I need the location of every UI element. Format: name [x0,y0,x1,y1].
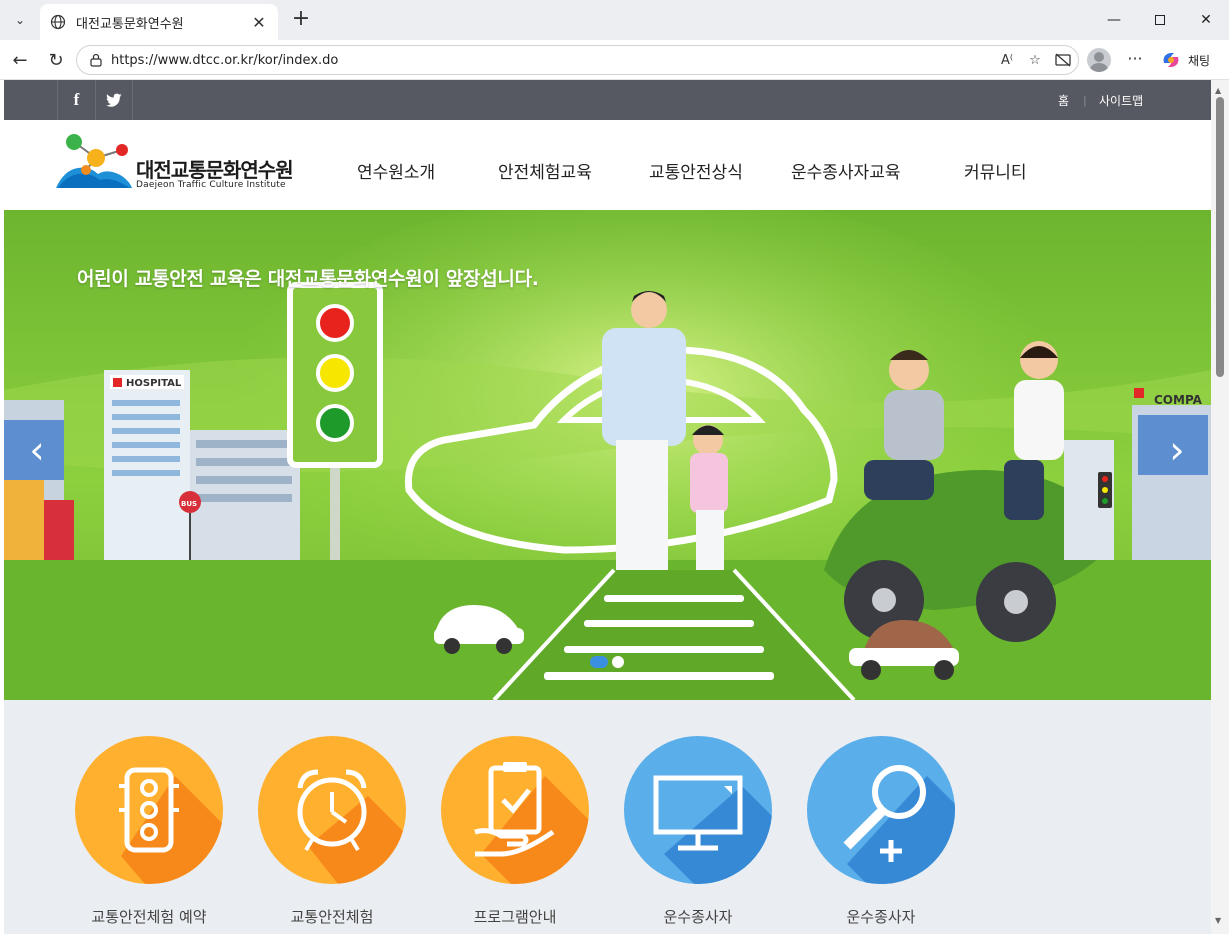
clipboard-check-icon [441,736,589,884]
hospital-sign-text: HOSPITAL [126,378,182,389]
copilot-chat-button[interactable]: 채팅 [1156,45,1222,75]
slider-dot-2[interactable] [612,656,624,668]
hero-slider: HOSPITAL BUS COMPA 어린이 교통안전 교육은 대전교통문화연수… [4,210,1211,700]
divider: | [1083,93,1087,107]
nav-item-community[interactable]: 커뮤니티 [964,158,1027,183]
quick-item-label: 프로그램안내 [473,908,557,926]
url-text: https://www.dtcc.or.kr/kor/index.do [111,52,339,68]
scroll-down-icon[interactable]: ▼ [1215,916,1221,925]
quick-item-label: 교통안전체험 예약 [91,908,207,926]
utility-bar: f 홈 | 사이트맵 [4,80,1211,120]
tab-title: 대전교통문화연수원 [76,16,184,32]
site-header: 대전교통문화연수원 Daejeon Traffic Culture Instit… [4,120,1211,210]
blocked-media-icon [1055,53,1071,67]
read-aloud-icon[interactable]: A⁽ [994,49,1020,71]
quick-item-label: 교통안전체험 [290,908,374,926]
quick-item-driver-2[interactable]: 운수종사자 [796,736,966,927]
chevron-right-icon: › [1169,428,1185,472]
close-window-button[interactable]: ✕ [1183,0,1229,40]
browser-tab[interactable]: 대전교통문화연수원 ✕ [40,4,278,40]
arrow-left-icon: ← [12,49,28,71]
browser-tab-bar: ⌄ 대전교통문화연수원 ✕ + — ✕ [0,0,1229,40]
quick-item-reservation[interactable]: 교통안전체험 예약 [64,736,234,927]
nav-item-about[interactable]: 연수원소개 [357,158,435,183]
facebook-icon: f [73,90,80,109]
facebook-link[interactable]: f [57,80,95,120]
logo-emblem-icon [56,134,132,188]
slider-prev-button[interactable]: ‹ [22,430,52,474]
quick-item-driver-1[interactable]: 운수종사자 [613,736,783,927]
quick-item-label: 운수종사자 [846,908,916,926]
company-sign-text: COMPA [1154,393,1203,407]
lock-icon [90,53,102,67]
home-link[interactable]: 홈 [1058,80,1069,120]
traffic-light-icon [75,736,223,884]
close-icon: ✕ [1200,12,1212,28]
quick-menu: 교통안전체험 예약 교통안전체험 프로그램안내 운수종사자 운수종사자 [4,700,1211,934]
globe-icon [50,14,66,30]
ellipsis-icon: ··· [1127,49,1143,68]
favorite-star-icon[interactable]: ☆ [1022,49,1048,71]
web-page: f 홈 | 사이트맵 대전교통문화연수원 Daejeon Traffic Cul… [4,80,1211,934]
chevron-left-icon: ‹ [29,428,45,472]
tracking-prevention-icon[interactable] [1050,49,1076,71]
slider-next-button[interactable]: › [1162,430,1192,474]
url-field[interactable]: https://www.dtcc.or.kr/kor/index.do A⁽ ☆ [76,45,1079,75]
nav-item-safety-education[interactable]: 안전체험교육 [498,158,592,183]
maximize-icon [1155,15,1165,25]
tab-actions-menu-button[interactable]: ⌄ [6,7,34,33]
minimize-button[interactable]: — [1091,0,1137,40]
alarm-clock-icon [258,736,406,884]
back-button[interactable]: ← [7,48,33,72]
twitter-link[interactable] [95,80,133,120]
profile-avatar[interactable] [1087,48,1111,72]
logo-korean-text: 대전교통문화연수원 [136,158,294,182]
slider-dot-1[interactable] [590,656,608,668]
tab-close-icon[interactable]: ✕ [250,13,268,32]
refresh-icon: ↻ [48,49,64,71]
maximize-button[interactable] [1137,0,1183,40]
twitter-icon [106,93,122,107]
minimize-icon: — [1107,12,1121,28]
logo-english-text: Daejeon Traffic Culture Institute [136,180,286,190]
page-scrollbar[interactable]: ▲ ▼ [1211,80,1229,934]
chat-label: 채팅 [1188,53,1211,68]
new-tab-button[interactable]: + [289,8,313,32]
bus-sign-text: BUS [181,500,197,508]
more-menu-button[interactable]: ··· [1122,48,1148,72]
magnifier-plus-icon [807,736,955,884]
copilot-icon [1163,53,1179,67]
site-logo[interactable]: 대전교통문화연수원 Daejeon Traffic Culture Instit… [56,130,306,192]
scroll-up-icon[interactable]: ▲ [1215,86,1221,95]
quick-item-experience[interactable]: 교통안전체험 [247,736,417,927]
scrollbar-thumb[interactable] [1216,97,1224,377]
nav-item-traffic-tips[interactable]: 교통안전상식 [649,158,743,183]
chevron-down-icon: ⌄ [14,13,26,27]
monitor-icon [624,736,772,884]
nav-item-driver-education[interactable]: 운수종사자교육 [791,158,900,183]
quick-item-label: 운수종사자 [663,908,733,926]
refresh-button[interactable]: ↻ [43,48,69,72]
hero-headline: 어린이 교통안전 교육은 대전교통문화연수원이 앞장섭니다. [77,268,539,290]
address-bar-row: ← ↻ https://www.dtcc.or.kr/kor/index.do … [0,40,1229,80]
sitemap-link[interactable]: 사이트맵 [1099,80,1143,120]
quick-item-program[interactable]: 프로그램안내 [430,736,600,927]
